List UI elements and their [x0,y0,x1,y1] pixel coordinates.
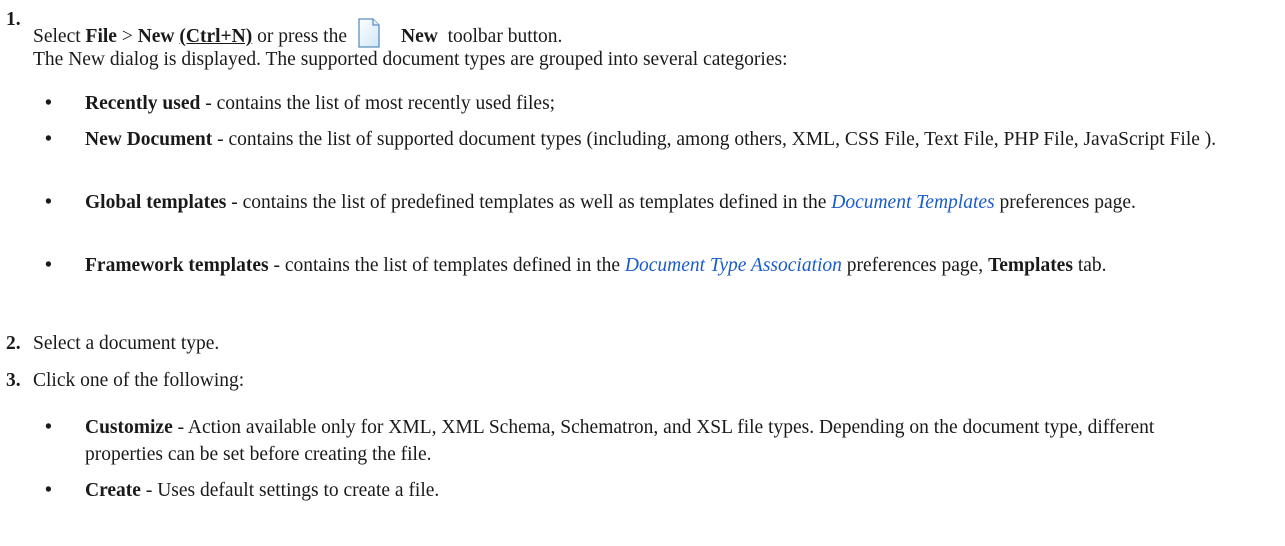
document-templates-link[interactable]: Document Templates [831,192,994,213]
instruction-text: toolbar button. [437,26,563,47]
step-description: The New dialog is displayed. The support… [33,49,788,70]
term: Recently used [85,93,201,114]
step-number: 1. [6,9,21,30]
term: New Document [85,129,213,150]
definition: preferences page, [841,255,989,276]
definition: - contains the list of templates defined… [268,255,625,276]
definition: preferences page. [994,192,1136,213]
templates-tab-label: Templates [988,255,1073,276]
term: Create [85,480,141,501]
term: Framework templates [85,255,269,276]
term: Global templates [85,192,227,213]
menu-new: New [137,26,175,47]
step-instruction: Select a document type. [33,333,220,354]
keyboard-shortcut: (Ctrl+N) [179,26,253,47]
definition: - Uses default settings to create a file… [140,480,440,501]
step-number: 3. [6,370,21,391]
instruction-text: Select [33,26,86,47]
document-type-association-link[interactable]: Document Type Association [625,255,842,276]
menu-separator: > [116,26,138,47]
bullet-icon: • [45,480,52,501]
definition: - contains the list of most recently use… [200,93,556,114]
instruction-text: or press the [252,26,348,47]
bullet-icon: • [45,255,52,276]
bullet-icon: • [45,129,52,150]
bullet-icon: • [45,93,52,114]
bullet-icon: • [45,192,52,213]
definition: - Action available only for XML, XML Sch… [85,417,1155,465]
definition: tab. [1072,255,1107,276]
new-button-label: New [401,26,438,47]
step-instruction: Click one of the following: [33,370,245,391]
bullet-icon: • [45,417,52,438]
menu-file: File [85,26,117,47]
definition: - contains the list of supported documen… [212,129,1217,150]
definition: - contains the list of predefined templa… [226,192,832,213]
new-document-icon [357,18,381,48]
term: Customize [85,417,173,438]
step-number: 2. [6,333,21,354]
document-body: 1. Select File > New (Ctrl+N) or press t… [0,0,1285,546]
